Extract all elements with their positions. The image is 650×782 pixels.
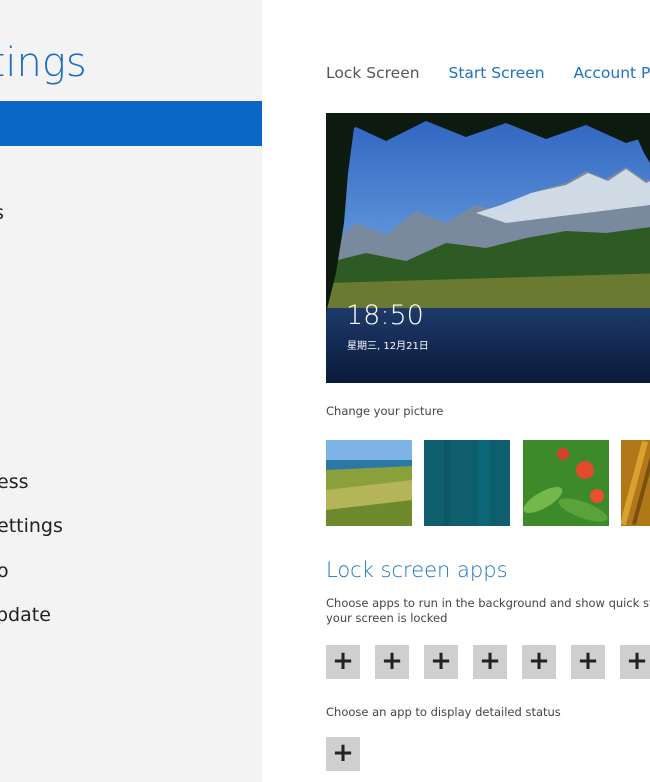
lock-clock-date: 星期三, 12月21日 [347, 341, 429, 352]
add-app-slot-5[interactable]: + [522, 645, 556, 679]
lock-screen-apps-heading: Lock screen apps [326, 558, 508, 582]
add-app-slot-7[interactable]: + [620, 645, 650, 679]
thumbnail-golden[interactable] [621, 440, 650, 526]
sidebar-item-ease-of-access[interactable]: ess [0, 471, 29, 493]
sidebar-item-homegroup[interactable]: o [0, 560, 9, 582]
detailed-status-label: Choose an app to display detailed status [326, 705, 561, 719]
picture-thumbnails [326, 440, 650, 526]
tab-account-picture[interactable]: Account Pictur [574, 64, 650, 82]
change-picture-label: Change your picture [326, 404, 444, 418]
lock-screen-preview: 18:50 星期三, 12月21日 [326, 113, 650, 383]
lock-screen-apps-description: Choose apps to run in the background and… [326, 596, 650, 625]
thumbnail-teal[interactable] [424, 440, 510, 526]
content-pane: Lock Screen Start Screen Account Pictur [262, 0, 650, 782]
tab-bar: Lock Screen Start Screen Account Pictur [326, 64, 650, 82]
sidebar-item-windows-update[interactable]: pdate [0, 604, 51, 626]
thumbnail-flowers[interactable] [523, 440, 609, 526]
add-app-slot-1[interactable]: + [326, 645, 360, 679]
add-app-slot-3[interactable]: + [424, 645, 458, 679]
sidebar-item-sync-settings[interactable]: ettings [0, 515, 63, 537]
add-app-slot-4[interactable]: + [473, 645, 507, 679]
add-app-slot-6[interactable]: + [571, 645, 605, 679]
add-app-slot-2[interactable]: + [375, 645, 409, 679]
tab-lock-screen[interactable]: Lock Screen [326, 64, 420, 82]
tab-start-screen[interactable]: Start Screen [449, 64, 545, 82]
sidebar-item-selected[interactable] [0, 101, 262, 146]
lock-clock-time: 18:50 [346, 300, 424, 331]
settings-sidebar: ttings s ess ettings o pdate [0, 0, 262, 782]
thumbnail-grassland[interactable] [326, 440, 412, 526]
page-title: ttings [0, 40, 87, 86]
sidebar-item-1[interactable]: s [0, 202, 4, 224]
add-detailed-status-app[interactable]: + [326, 737, 360, 771]
